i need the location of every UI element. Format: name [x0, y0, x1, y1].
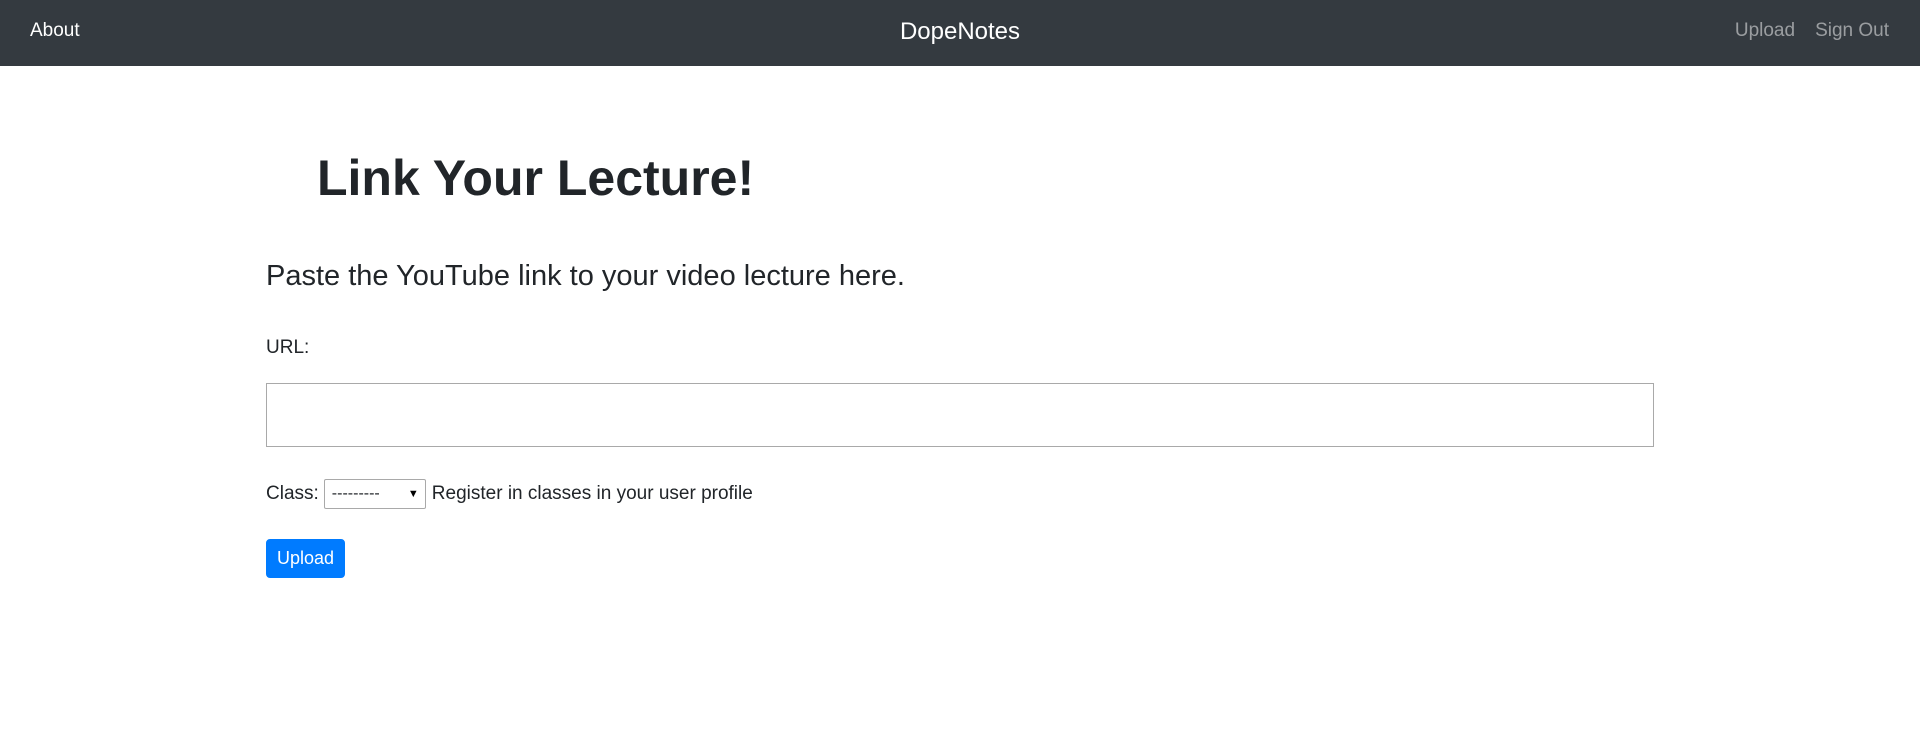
page-title: Link Your Lecture! [317, 150, 755, 206]
url-label: URL: [266, 337, 310, 358]
nav-right-links: Upload Sign Out [1735, 20, 1889, 42]
class-select[interactable]: --------- ▼ [323, 479, 426, 509]
class-row: Class: --------- ▼ Register in classes i… [266, 479, 753, 509]
nav-signout-link[interactable]: Sign Out [1815, 20, 1889, 42]
nav-upload-link[interactable]: Upload [1735, 20, 1795, 42]
url-input[interactable] [266, 383, 1654, 447]
navbar: About DopeNotes Upload Sign Out [0, 0, 1920, 66]
class-label: Class: [266, 483, 319, 504]
class-hint: Register in classes in your user profile [431, 483, 753, 504]
page-subtitle: Paste the YouTube link to your video lec… [266, 260, 905, 292]
upload-button[interactable]: Upload [266, 539, 345, 578]
nav-about-link[interactable]: About [30, 20, 80, 42]
brand-logo-text[interactable]: DopeNotes [900, 18, 1020, 45]
class-select-value: --------- [331, 485, 380, 502]
brand-container: DopeNotes [0, 18, 1920, 46]
dropdown-arrow-icon: ▼ [407, 488, 419, 500]
